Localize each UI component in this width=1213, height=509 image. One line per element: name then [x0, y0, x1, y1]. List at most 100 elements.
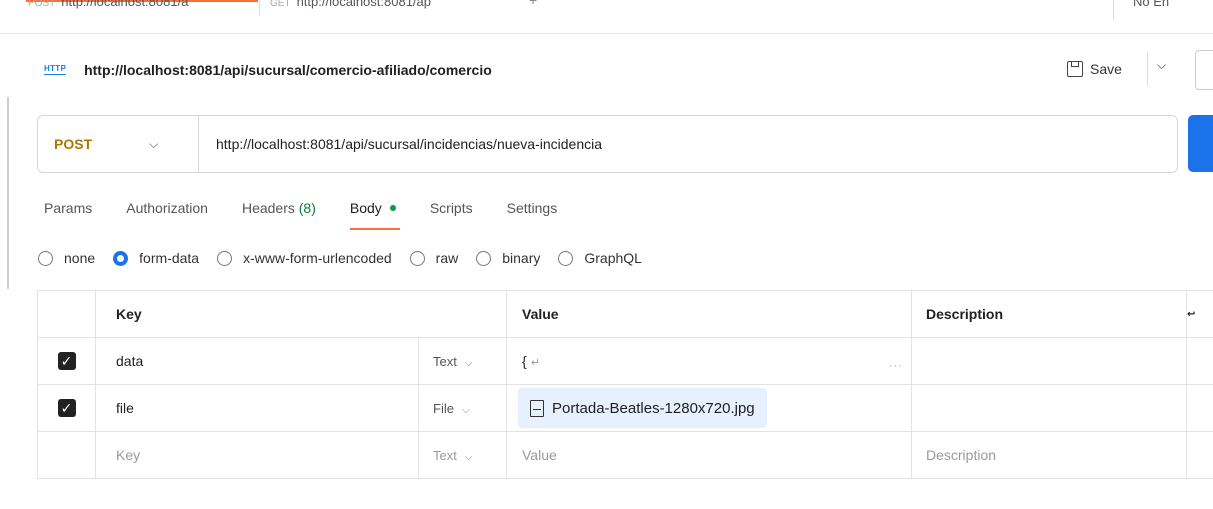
environment-selector[interactable]: No En: [1133, 0, 1169, 9]
send-button[interactable]: [1188, 115, 1213, 172]
tab-label: Body: [349, 200, 382, 216]
request-title[interactable]: http://localhost:8081/api/sucursal/comer…: [84, 62, 492, 78]
table-row: ✓ data Text ⌵ {↵ ···: [37, 337, 1213, 385]
file-name: Portada-Beatles-1280x720.jpg: [552, 399, 755, 417]
row-extra-cell: [1186, 431, 1213, 479]
return-icon: ↵: [530, 357, 540, 369]
tab-method: GET: [270, 0, 291, 9]
tab-label: Params: [44, 200, 93, 216]
value-cell[interactable]: Portada-Beatles-1280x720.jpg: [506, 384, 912, 432]
value-text: {: [522, 353, 527, 369]
row-check-cell: ✓: [37, 384, 96, 432]
header-check-cell: [37, 290, 96, 338]
type-label: File: [433, 400, 454, 416]
description-cell[interactable]: [911, 384, 1187, 432]
sidebar-resize-handle[interactable]: [7, 97, 9, 289]
file-icon: [530, 399, 544, 417]
column-options-icon[interactable]: ↩: [1186, 290, 1213, 338]
row-check-cell: ✓: [37, 337, 96, 385]
url-bar: POST ⌵ http://localhost:8081/api/sucursa…: [37, 115, 1178, 173]
tab-label: http://localhost:8081/a: [61, 0, 189, 9]
tab-strip: POST http://localhost:8081/a GET http://lo…: [0, 0, 1213, 34]
radio-none[interactable]: none: [38, 250, 95, 266]
tab-label: Authorization: [126, 200, 208, 216]
request-tab-1[interactable]: POST http://localhost:8081/a: [28, 0, 188, 18]
checkbox-checked-icon[interactable]: ✓: [57, 352, 76, 370]
value-input-placeholder[interactable]: Value: [506, 431, 912, 479]
column-header-value: Value: [506, 290, 912, 338]
add-tab-icon[interactable]: +: [529, 0, 537, 8]
form-data-table: Key Value Description ↩ ✓ data Text ⌵ {↵ ·…: [37, 290, 1213, 479]
radio-icon: [558, 250, 574, 266]
request-subtabs: Params Authorization Headers (8) Body Sc…: [44, 200, 591, 230]
tab-label: http://localhost:8081/ap: [296, 0, 431, 9]
radio-label: none: [64, 250, 96, 266]
key-cell[interactable]: data: [95, 337, 419, 385]
save-divider: [1147, 52, 1148, 86]
http-icon: HTTP: [44, 64, 67, 75]
tab-divider: [1113, 0, 1114, 20]
chevron-down-icon: ⌵: [149, 136, 159, 151]
radio-icon: [409, 250, 425, 266]
tab-headers[interactable]: Headers (8): [242, 200, 316, 216]
type-label: Text: [433, 353, 457, 369]
key-cell[interactable]: file: [95, 384, 419, 432]
radio-raw[interactable]: raw: [409, 250, 459, 266]
tab-method: POST: [28, 0, 56, 9]
value-cell[interactable]: {↵ ···: [506, 337, 912, 385]
row-extra-cell: [1186, 337, 1213, 385]
type-select[interactable]: Text ⌵: [418, 431, 507, 479]
tab-params[interactable]: Params: [44, 200, 92, 216]
save-label: Save: [1090, 61, 1122, 77]
table-row-placeholder: Key Text ⌵ Value Description: [37, 431, 1213, 479]
radio-icon: [217, 250, 233, 266]
tab-label: Scripts: [429, 200, 473, 216]
chevron-down-icon: ⌵: [464, 451, 473, 463]
radio-icon: [476, 250, 492, 266]
body-type-radios: none form-data x-www-form-urlencoded raw…: [38, 250, 660, 266]
chevron-down-icon: ⌵: [461, 404, 470, 416]
tab-settings[interactable]: Settings: [507, 200, 558, 216]
radio-label: binary: [502, 250, 541, 266]
radio-label: form-data: [139, 250, 200, 266]
column-header-description: Description: [911, 290, 1187, 338]
description-cell[interactable]: [911, 337, 1187, 385]
status-dot-icon: [389, 205, 396, 212]
file-chip[interactable]: Portada-Beatles-1280x720.jpg: [518, 388, 767, 428]
method-select[interactable]: POST ⌵: [38, 136, 198, 152]
more-icon[interactable]: ···: [889, 360, 903, 372]
radio-label: raw: [435, 250, 459, 266]
save-button[interactable]: Save: [1067, 56, 1122, 82]
type-label: Text: [433, 447, 457, 463]
method-label: POST: [54, 136, 93, 152]
save-icon: [1067, 61, 1083, 77]
tab-scripts[interactable]: Scripts: [430, 200, 473, 216]
share-button[interactable]: [1195, 50, 1213, 90]
column-header-key: Key: [95, 290, 507, 338]
type-select[interactable]: Text ⌵: [418, 337, 507, 385]
tab-divider: [259, 0, 260, 16]
radio-graphql[interactable]: GraphQL: [558, 250, 642, 266]
tab-label: Headers: [241, 200, 295, 216]
radio-label: GraphQL: [584, 250, 642, 266]
radio-x-www-form-urlencoded[interactable]: x-www-form-urlencoded: [217, 250, 392, 266]
type-select[interactable]: File ⌵: [418, 384, 507, 432]
url-input[interactable]: http://localhost:8081/api/sucursal/incid…: [199, 136, 602, 152]
radio-label: x-www-form-urlencoded: [243, 250, 392, 266]
checkbox-checked-icon[interactable]: ✓: [57, 399, 76, 417]
radio-binary[interactable]: binary: [476, 250, 540, 266]
radio-icon: [38, 250, 53, 266]
tab-authorization[interactable]: Authorization: [126, 200, 208, 216]
row-check-cell: [37, 431, 96, 479]
table-row: ✓ file File ⌵ Portada-Beatles-1280x720.jp…: [37, 384, 1213, 432]
table-header-row: Key Value Description ↩: [37, 290, 1213, 338]
row-extra-cell: [1186, 384, 1213, 432]
request-header: HTTP http://localhost:8081/api/sucursal/…: [44, 58, 492, 82]
description-input-placeholder[interactable]: Description: [911, 431, 1187, 479]
key-input-placeholder[interactable]: Key: [95, 431, 419, 479]
tab-body[interactable]: Body: [349, 200, 400, 230]
chevron-down-icon[interactable]: ⌵: [1157, 58, 1166, 73]
request-tab-2[interactable]: GET http://localhost:8081/ap: [270, 0, 431, 18]
radio-form-data[interactable]: form-data: [113, 250, 199, 266]
radio-selected-icon: [113, 250, 129, 266]
